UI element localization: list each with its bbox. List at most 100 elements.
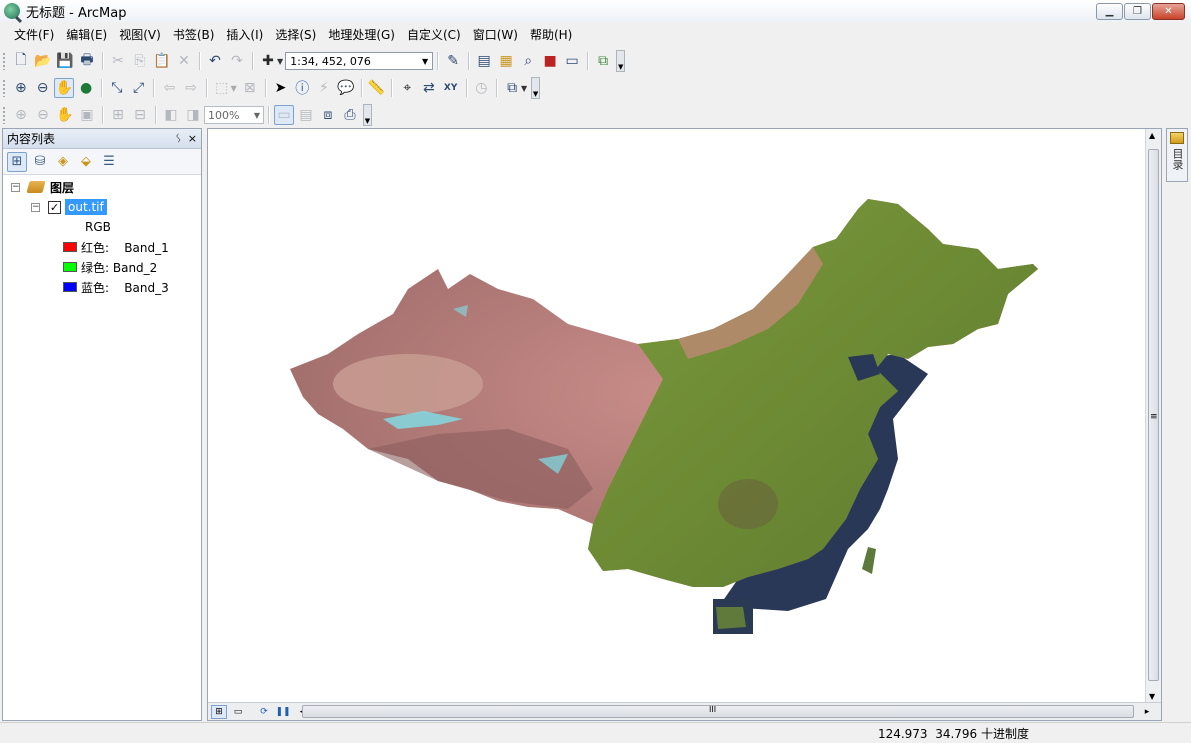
pan-hand-icon[interactable]: ✋ [54, 78, 75, 98]
menu-help[interactable]: 帮助(H) [524, 24, 578, 46]
modelbuilder-icon[interactable]: ⧉ [593, 51, 613, 71]
chevron-down-icon[interactable]: ▼ [254, 111, 260, 120]
chevron-down-icon[interactable]: ▼ [422, 57, 428, 66]
find-route-icon[interactable]: ⇄ [419, 78, 439, 98]
menu-selection[interactable]: 选择(S) [269, 24, 322, 46]
undo-icon[interactable]: ↶ [205, 51, 225, 71]
add-data-icon[interactable]: ✚ [258, 51, 278, 71]
measure-ruler-icon[interactable]: 📏 [367, 78, 387, 98]
paste-icon[interactable]: 📋 [152, 51, 172, 71]
layout-view-button[interactable]: ▭ [230, 705, 246, 719]
scroll-right-arrow[interactable]: ▸ [1139, 705, 1155, 719]
hyperlink-icon[interactable]: ⚡ [314, 78, 334, 98]
toolbar-grip[interactable] [2, 79, 6, 97]
vertical-scroll-thumb[interactable]: ≡ [1148, 149, 1159, 681]
search-window-icon[interactable]: ⌕ [518, 51, 538, 71]
map-scale-combobox[interactable]: 1:34, 452, 076 ▼ [285, 52, 434, 70]
zoom-out-icon[interactable]: ⊖ [33, 78, 53, 98]
zoom-whole-page-icon[interactable]: ▣ [77, 105, 97, 125]
minimize-button[interactable]: ▁ [1096, 3, 1123, 20]
horizontal-scroll-thumb[interactable]: III [302, 705, 1134, 718]
toolbar-grip[interactable] [2, 106, 6, 124]
layout-zoom-combobox[interactable]: 100% ▼ [204, 106, 264, 124]
copy-icon[interactable]: ⎘ [130, 51, 150, 71]
menu-edit[interactable]: 编辑(E) [60, 24, 113, 46]
cut-icon[interactable]: ✂ [108, 51, 128, 71]
editor-toolbar-icon[interactable]: ✎ [443, 51, 463, 71]
menu-insert[interactable]: 插入(I) [220, 24, 269, 46]
python-window-icon[interactable]: ▭ [562, 51, 582, 71]
toolbar-grip[interactable] [2, 52, 6, 70]
identify-icon[interactable]: ⓘ [292, 78, 312, 98]
toc-options-icon[interactable]: ☰ [99, 152, 119, 172]
viewer-dropdown-arrow[interactable]: ▼ [521, 84, 527, 93]
list-by-drawing-order-icon[interactable]: ⊞ [7, 151, 27, 172]
layout-pan-icon[interactable]: ✋ [55, 105, 75, 125]
create-viewer-window-icon[interactable]: ⧉ [502, 78, 522, 98]
goto-xy-icon[interactable]: XY [441, 78, 461, 98]
forward-arrow-icon[interactable]: ⇨ [181, 78, 201, 98]
fixed-zoom-in-layout-icon[interactable]: ⊞ [108, 105, 128, 125]
pin-icon[interactable]: ᛊ [175, 132, 182, 145]
catalog-dock-tab[interactable]: 目录 [1166, 128, 1188, 182]
zoom-in-icon[interactable]: ⊕ [11, 78, 31, 98]
toolbar-overflow-button[interactable]: ▼ [363, 104, 372, 126]
data-view-button[interactable]: ⊞ [211, 704, 227, 719]
vertical-scrollbar[interactable]: ▲ ≡ ▼ [1145, 129, 1161, 703]
binoculars-icon[interactable]: ⌖ [397, 78, 417, 98]
maximize-button[interactable]: ❐ [1124, 3, 1151, 20]
menu-windows[interactable]: 窗口(W) [467, 24, 524, 46]
menu-file[interactable]: 文件(F) [8, 24, 60, 46]
layer-row-out-tif[interactable]: − ✓ out.tif [31, 197, 107, 217]
list-by-visibility-icon[interactable]: ◈ [53, 152, 73, 172]
layout-zoom-in-icon[interactable]: ⊕ [11, 105, 31, 125]
collapse-icon[interactable]: − [11, 182, 20, 192]
map-view[interactable]: ▲ ≡ ▼ ⊞ ▭ ⟳ ❚❚ ◂ III ▸ [207, 128, 1162, 721]
list-by-selection-icon[interactable]: ⬙ [76, 152, 96, 172]
layout-zoom-out-icon[interactable]: ⊖ [33, 105, 53, 125]
refresh-icon[interactable]: ⟳ [256, 705, 272, 719]
previous-extent-layout-icon[interactable]: ◧ [161, 105, 181, 125]
open-folder-icon[interactable]: 📂 [33, 51, 53, 71]
change-layout-icon[interactable]: ⧈ [318, 105, 338, 125]
select-features-icon[interactable]: ⬚ [212, 78, 232, 98]
catalog-window-icon[interactable]: ▦ [496, 51, 516, 71]
toggle-draft-mode-icon[interactable]: ▭ [274, 105, 294, 125]
save-icon[interactable]: 💾 [55, 51, 75, 71]
back-arrow-icon[interactable]: ⇦ [159, 78, 179, 98]
add-data-dropdown-arrow[interactable]: ▼ [277, 57, 283, 66]
select-elements-arrow-icon[interactable]: ➤ [271, 78, 291, 98]
data-driven-pages-icon[interactable]: ⎙ [340, 105, 360, 125]
collapse-icon[interactable]: − [31, 202, 40, 212]
table-of-contents-icon[interactable]: ▤ [474, 51, 494, 71]
menu-customize[interactable]: 自定义(C) [401, 24, 467, 46]
menu-geoprocessing[interactable]: 地理处理(G) [322, 24, 401, 46]
next-extent-layout-icon[interactable]: ◨ [183, 105, 203, 125]
toc-close-icon[interactable]: × [188, 132, 197, 145]
close-button[interactable]: ✕ [1152, 3, 1185, 20]
toolbar-overflow-button[interactable]: ▼ [616, 50, 626, 72]
print-icon[interactable]: 🖶 [77, 51, 97, 71]
scroll-down-arrow[interactable]: ▼ [1149, 692, 1155, 701]
new-document-icon[interactable]: 🗋 [11, 51, 31, 71]
fixed-zoom-out-icon[interactable]: ⤢ [129, 78, 149, 98]
fixed-zoom-out-layout-icon[interactable]: ⊟ [130, 105, 150, 125]
arctoolbox-icon[interactable]: ■ [540, 51, 560, 71]
toolbar-overflow-button[interactable]: ▼ [531, 77, 541, 99]
fixed-zoom-in-icon[interactable]: ⤡ [107, 78, 127, 98]
scroll-up-arrow[interactable]: ▲ [1149, 131, 1155, 140]
layers-root-row[interactable]: − 图层 [11, 177, 74, 197]
select-features-dropdown-arrow[interactable]: ▼ [231, 84, 237, 93]
menu-bookmarks[interactable]: 书签(B) [167, 24, 221, 46]
delete-icon[interactable]: ✕ [174, 51, 194, 71]
time-slider-icon[interactable]: ◷ [472, 78, 492, 98]
pause-drawing-icon[interactable]: ❚❚ [275, 705, 291, 719]
focus-data-frame-icon[interactable]: ▤ [296, 105, 316, 125]
clear-selection-icon[interactable]: ⊠ [240, 78, 260, 98]
layer-name[interactable]: out.tif [65, 199, 107, 215]
html-popup-icon[interactable]: 💬 [336, 78, 356, 98]
list-by-source-icon[interactable]: ⛁ [30, 152, 50, 172]
layer-visibility-checkbox[interactable]: ✓ [48, 200, 61, 214]
redo-icon[interactable]: ↷ [227, 51, 247, 71]
menu-view[interactable]: 视图(V) [113, 24, 167, 46]
